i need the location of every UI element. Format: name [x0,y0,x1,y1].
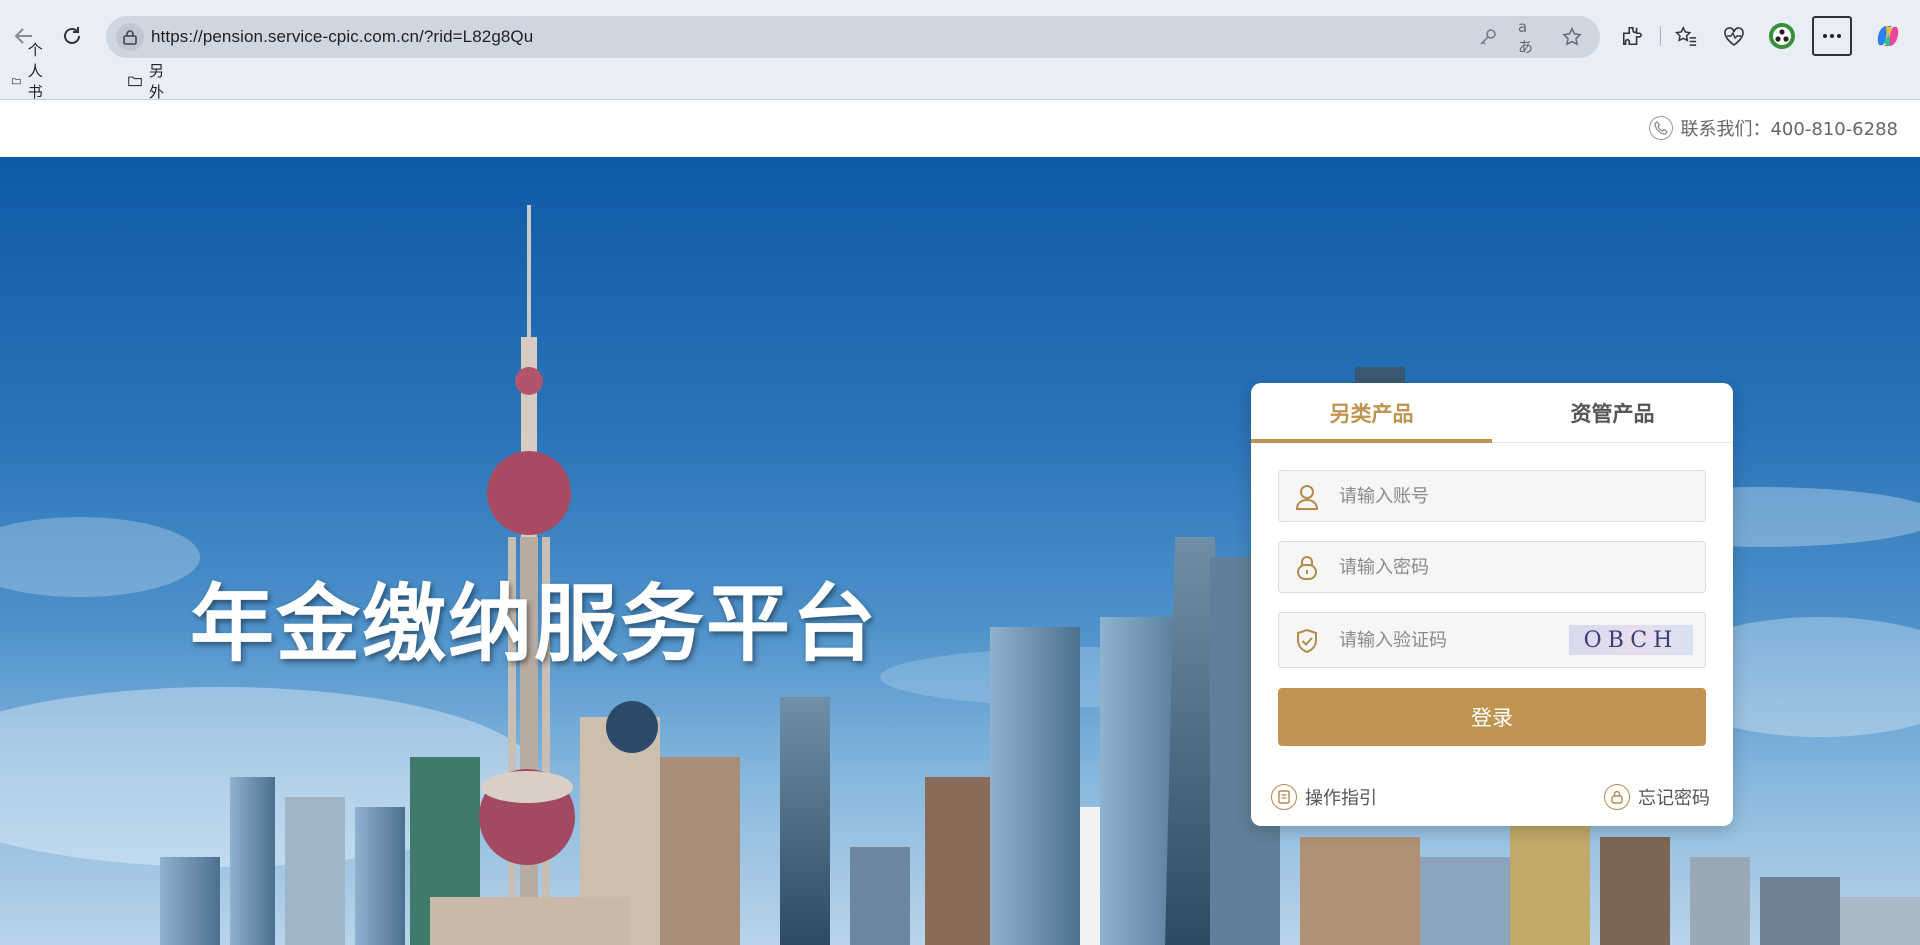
extensions-puzzle-icon[interactable] [1614,18,1650,54]
more-dots-icon [1823,34,1841,38]
translate-icon[interactable]: aあ [1518,18,1542,56]
bookmark-folder-other[interactable]: 另外 [128,62,170,101]
url-text[interactable]: https://pension.service-cpic.com.cn/?rid… [151,27,533,47]
reload-icon [64,27,80,44]
login-card: 另类产品 资管产品 OBCH 登录 操作指引 忘记密码 [1251,383,1733,826]
contact-info: 联系我们：400-810-6288 [1649,115,1898,141]
toolbar-separator [1660,26,1661,46]
tab-asset-management-products[interactable]: 资管产品 [1492,383,1733,443]
bookmark-folder-personal[interactable]: 个人书签 [12,41,54,122]
browser-chrome: https://pension.service-cpic.com.cn/?rid… [0,0,1920,122]
password-field [1278,541,1706,593]
phone-icon [1649,116,1674,140]
folder-icon [12,78,21,85]
tab-alternative-products[interactable]: 另类产品 [1251,383,1492,443]
password-key-icon[interactable] [1476,25,1500,49]
hero-title: 年金缴纳服务平台 [190,575,879,673]
settings-more-button[interactable] [1812,16,1852,56]
account-field [1278,470,1706,522]
shield-check-icon [1293,627,1321,655]
password-input[interactable] [1339,542,1619,592]
forgot-password-label: 忘记密码 [1638,788,1710,809]
browser-health-icon[interactable] [1716,18,1752,54]
user-icon [1293,483,1321,511]
site-info-lock-icon[interactable] [116,23,144,51]
login-tabs: 另类产品 资管产品 [1251,383,1733,443]
browser-toolbar: https://pension.service-cpic.com.cn/?rid… [0,0,1920,72]
favorites-list-icon[interactable] [1668,18,1704,54]
address-bar[interactable]: https://pension.service-cpic.com.cn/?rid… [106,16,1600,58]
account-input[interactable] [1339,471,1619,521]
unlock-icon [1604,784,1630,810]
document-icon [1271,784,1297,810]
favorite-star-icon[interactable] [1560,25,1584,49]
lock-icon [1293,554,1321,582]
operation-guide-label: 操作指引 [1305,788,1377,809]
reload-button[interactable] [54,18,90,54]
copilot-icon[interactable] [1870,18,1906,54]
extension-football-icon[interactable] [1764,18,1800,54]
captcha-field: OBCH [1278,612,1706,668]
active-tab-indicator [1251,439,1492,443]
forgot-password-link[interactable]: 忘记密码 [1604,783,1710,811]
contact-text: 联系我们：400-810-6288 [1680,119,1898,140]
bookmark-label: 另外 [149,62,165,101]
captcha-image[interactable]: OBCH [1569,625,1693,655]
operation-guide-link[interactable]: 操作指引 [1271,783,1377,811]
login-button[interactable]: 登录 [1278,688,1706,746]
page-header: 联系我们：400-810-6288 [0,101,1920,157]
folder-icon [128,76,142,87]
